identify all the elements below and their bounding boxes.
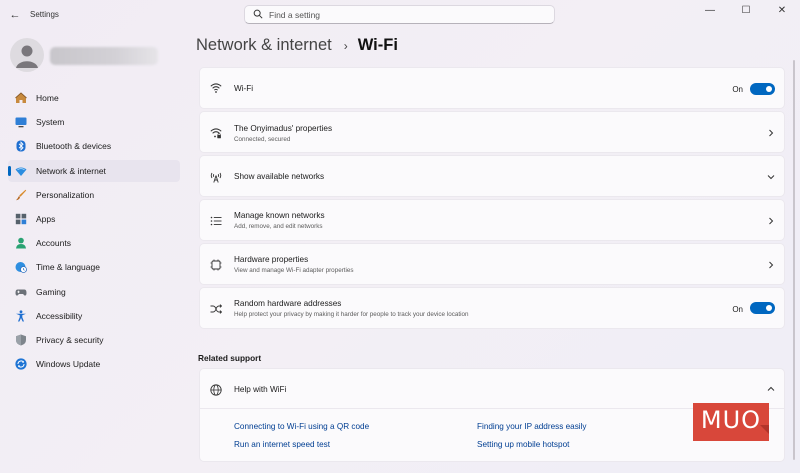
wifi-state-label: On [732,85,743,94]
sidebar-item-label: Home [36,93,59,103]
hardware-properties-card[interactable]: Hardware properties View and manage Wi-F… [199,243,785,285]
breadcrumb-parent-link[interactable]: Network & internet [196,36,332,55]
hardware-properties-title: Hardware properties [234,255,309,264]
manage-known-networks-card[interactable]: Manage known networks Add, remove, and e… [199,199,785,241]
maximize-button[interactable]: ☐ [728,0,764,20]
monitor-icon [15,117,27,128]
list-icon [210,216,222,226]
sidebar-item-privacy-security[interactable]: Privacy & security [8,329,180,351]
sidebar-item-label: Accounts [36,238,71,249]
chevron-down-icon [767,175,775,180]
sidebar-item-label: Bluetooth & devices [36,141,112,152]
show-available-networks-card[interactable]: Show available networks [199,155,785,197]
wifi-secured-icon [210,128,222,139]
home-icon [15,92,27,103]
sidebar-item-label: Network & internet [36,165,106,176]
window-controls: — ☐ ✕ [692,0,800,20]
breadcrumb-separator: › [343,38,348,53]
chip-icon [210,259,222,271]
random-addresses-toggle[interactable] [750,302,775,314]
search-input[interactable]: Find a setting [244,5,555,24]
sidebar-item-label: Personalization [36,189,95,200]
toggle-knob [766,305,772,311]
globe-clock-icon [15,262,27,274]
network-properties-subtitle: Connected, secured [234,136,291,143]
minimize-button[interactable]: — [692,0,728,20]
back-button[interactable]: ← [8,8,22,22]
chevron-right-icon [769,217,774,225]
support-link-speed-test[interactable]: Run an internet speed test [234,440,330,449]
sidebar-item-time-language[interactable]: Time & language [8,256,180,278]
page-title: Wi-Fi [357,36,398,54]
sidebar: Home System Bluetooth & devices Network … [0,32,190,473]
random-hardware-addresses-subtitle: Help protect your privacy by making it h… [234,311,469,318]
blurred-user-name [50,47,158,65]
bluetooth-icon [16,140,26,152]
brush-icon [16,189,27,200]
wifi-toggle[interactable] [750,83,775,95]
shuffle-icon [210,304,222,314]
antenna-icon [210,172,222,183]
scrollbar[interactable] [793,60,795,460]
related-support-heading: Related support [198,353,262,363]
search-icon [253,9,263,19]
sidebar-item-apps[interactable]: Apps [8,208,180,230]
wifi-setting-card[interactable]: Wi-Fi On [199,67,785,109]
sidebar-item-system[interactable]: System [8,111,180,133]
sidebar-item-accounts[interactable]: Accounts [8,232,180,254]
sidebar-item-home[interactable]: Home [8,87,180,109]
hardware-properties-subtitle: View and manage Wi-Fi adapter properties [234,267,354,274]
manage-known-networks-title: Manage known networks [234,211,325,220]
support-link-qr-code[interactable]: Connecting to Wi-Fi using a QR code [234,422,369,431]
sidebar-item-label: Gaming [36,286,66,297]
person-icon [16,45,38,68]
controller-icon [15,289,27,296]
random-hardware-addresses-card[interactable]: Random hardware addresses Help protect y… [199,287,785,329]
random-addresses-state-label: On [732,305,743,314]
show-available-networks-title: Show available networks [234,172,325,181]
breadcrumb: Network & internet › Wi-Fi [196,36,398,55]
random-hardware-addresses-title: Random hardware addresses [234,299,342,308]
sidebar-item-network[interactable]: Network & internet [8,159,180,182]
wifi-icon [210,83,222,93]
accessibility-icon [16,310,26,322]
sidebar-nav: Home System Bluetooth & devices Network … [8,87,180,377]
sidebar-item-bluetooth[interactable]: Bluetooth & devices [8,135,180,157]
wifi-diamond-icon [15,167,27,176]
watermark-text: MUO [700,406,762,434]
sidebar-item-label: Windows Update [36,359,101,370]
sidebar-item-label: Privacy & security [36,334,104,345]
support-link-ip-address[interactable]: Finding your IP address easily [477,422,587,431]
chevron-right-icon [769,129,774,137]
sidebar-item-label: Apps [36,213,56,224]
sidebar-item-label: Accessibility [36,310,83,321]
title-bar: ← Settings Find a setting — ☐ ✕ [0,0,800,32]
sidebar-item-accessibility[interactable]: Accessibility [8,305,180,327]
help-with-wifi-title: Help with WiFi [234,385,287,394]
shield-icon [16,334,26,346]
chevron-up-icon [767,386,775,391]
app-title: Settings [30,10,59,19]
wifi-title: Wi-Fi [234,84,254,93]
chevron-right-icon [769,261,774,269]
search-placeholder: Find a setting [269,10,321,20]
sidebar-item-gaming[interactable]: Gaming [8,281,180,303]
toggle-knob [766,86,772,92]
globe-icon [210,384,222,396]
person-icon [16,237,26,249]
avatar[interactable] [10,38,44,72]
sidebar-item-personalization[interactable]: Personalization [8,184,180,206]
sidebar-item-label: Time & language [36,262,100,273]
support-link-mobile-hotspot[interactable]: Setting up mobile hotspot [477,440,569,449]
close-button[interactable]: ✕ [764,0,800,20]
network-properties-title: The Onyimadus' properties [234,124,333,133]
sidebar-item-label: System [36,117,65,128]
manage-known-networks-subtitle: Add, remove, and edit networks [234,223,323,230]
network-properties-card[interactable]: The Onyimadus' properties Connected, sec… [199,111,785,153]
sidebar-item-windows-update[interactable]: Windows Update [8,353,180,375]
muo-watermark-logo: MUO [693,403,769,441]
apps-icon [15,213,27,225]
update-icon [15,358,27,370]
